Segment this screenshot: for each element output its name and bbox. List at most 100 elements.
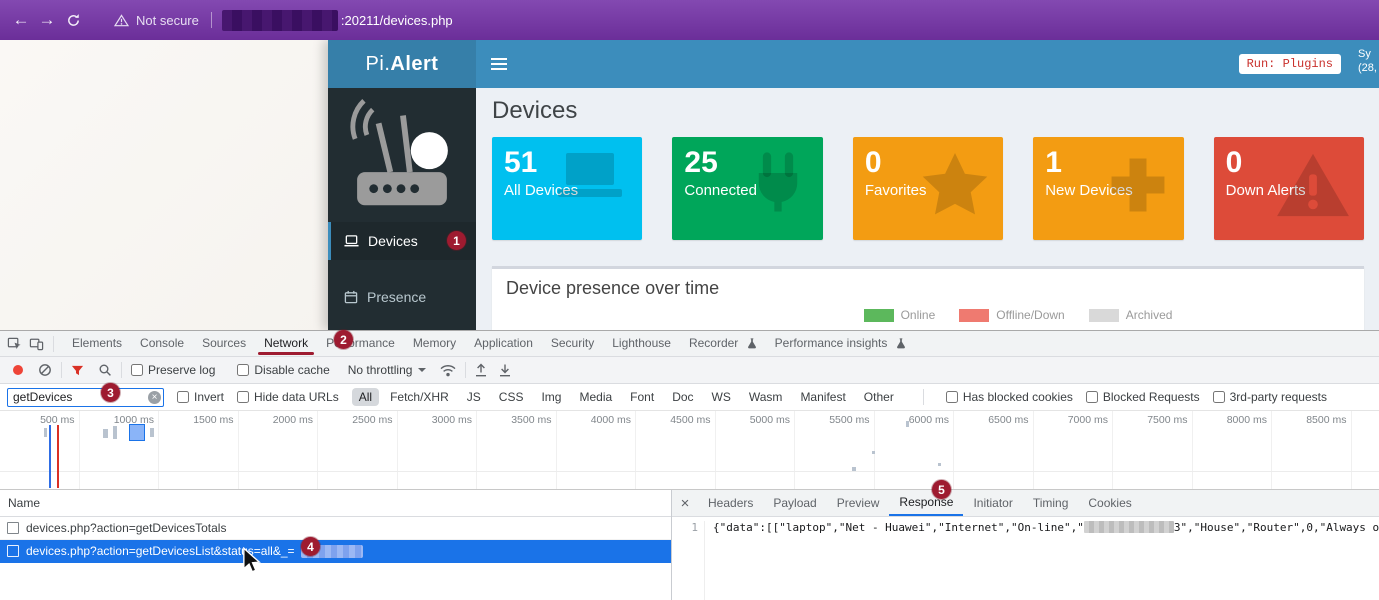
legend-item-online[interactable]: Online [864, 308, 936, 322]
inspect-element-icon[interactable] [7, 336, 22, 351]
filter-type-media[interactable]: Media [572, 388, 619, 406]
filter-funnel-icon[interactable] [71, 364, 84, 377]
network-overview-timeline[interactable]: 500 ms 1000 ms 1500 ms 2000 ms 2500 ms 3… [0, 411, 1379, 490]
filter-type-font[interactable]: Font [623, 388, 661, 406]
filter-type-all[interactable]: All [352, 388, 379, 406]
sidebar-item-presence[interactable]: Presence [328, 278, 476, 316]
divider [53, 336, 54, 352]
requests-name-header[interactable]: Name [0, 490, 671, 517]
detail-tab-bar: × Headers Payload Preview Response Initi… [672, 490, 1379, 517]
timeline-load-line [57, 425, 59, 488]
star-icon [919, 151, 991, 219]
divider [61, 362, 62, 378]
legend-swatch [959, 309, 989, 322]
timeline-label: 4000 ms [557, 411, 637, 489]
devtools-tab-recorder[interactable]: Recorder [680, 331, 766, 356]
has-blocked-cookies-checkbox[interactable] [946, 391, 958, 403]
import-har-icon[interactable] [475, 363, 487, 377]
timeline-activity-dot [938, 463, 941, 466]
search-icon[interactable] [98, 363, 112, 377]
card-new-devices[interactable]: 1 New Devices [1033, 137, 1183, 240]
timeline-label: 6500 ms [954, 411, 1034, 489]
forward-icon[interactable]: → [34, 10, 60, 30]
detail-tab-headers[interactable]: Headers [698, 490, 763, 516]
filter-type-ws[interactable]: WS [705, 388, 738, 406]
devtools-tab-performance-insights[interactable]: Performance insights [766, 331, 915, 356]
devtools-panel: Elements Console Sources Network Perform… [0, 330, 1379, 599]
blocked-requests-checkbox[interactable] [1086, 391, 1098, 403]
devtools-tab-console[interactable]: Console [131, 331, 193, 356]
card-all-devices[interactable]: 51 All Devices [492, 137, 642, 240]
legend-item-archived[interactable]: Archived [1089, 308, 1173, 322]
timeline-activity-dot [872, 451, 875, 454]
back-icon[interactable]: ← [8, 10, 34, 30]
card-favorites[interactable]: 0 Favorites [853, 137, 1003, 240]
card-down-alerts[interactable]: 0 Down Alerts [1214, 137, 1364, 240]
timeline-label: 7000 ms [1034, 411, 1114, 489]
timeline-label: 5500 ms [795, 411, 875, 489]
throttling-select[interactable]: No throttling [348, 363, 427, 377]
request-row[interactable]: devices.php?action=getDevicesTotals [0, 517, 671, 540]
filter-type-js[interactable]: JS [460, 388, 488, 406]
devtools-tab-network[interactable]: Network [255, 331, 317, 356]
app-content: Devices 51 All Devices 25 Connected [476, 88, 1379, 330]
filter-type-doc[interactable]: Doc [665, 388, 700, 406]
request-name: devices.php?action=getDevicesTotals [26, 521, 226, 535]
filter-type-fetch-xhr[interactable]: Fetch/XHR [383, 388, 456, 406]
network-filter-bar: × Invert Hide data URLs All Fetch/XHR JS… [0, 384, 1379, 411]
legend-item-offline-down[interactable]: Offline/Down [959, 308, 1064, 322]
hide-data-urls-control: Hide data URLs [237, 390, 339, 404]
filter-type-manifest[interactable]: Manifest [793, 388, 852, 406]
preserve-log-checkbox[interactable] [131, 364, 143, 376]
clear-icon[interactable] [38, 363, 52, 377]
invert-checkbox[interactable] [177, 391, 189, 403]
clear-filter-icon[interactable]: × [148, 391, 161, 404]
detail-tab-timing[interactable]: Timing [1023, 490, 1079, 516]
devtools-tab-application[interactable]: Application [465, 331, 542, 356]
devtools-tab-memory[interactable]: Memory [404, 331, 465, 356]
filter-type-css[interactable]: CSS [492, 388, 531, 406]
refresh-icon[interactable] [66, 13, 92, 28]
not-secure-chip[interactable]: Not secure [114, 13, 199, 28]
detail-tab-cookies[interactable]: Cookies [1078, 490, 1141, 516]
legend-swatch [864, 309, 894, 322]
detail-tab-payload[interactable]: Payload [763, 490, 826, 516]
record-button[interactable] [13, 365, 23, 375]
devtools-tab-lighthouse[interactable]: Lighthouse [603, 331, 680, 356]
app-logo[interactable]: Pi.Alert [328, 40, 476, 88]
network-conditions-icon[interactable] [440, 364, 456, 377]
hamburger-menu-icon[interactable] [476, 40, 522, 88]
devtools-tab-sources[interactable]: Sources [193, 331, 255, 356]
webpage-viewport: Pi.Alert Devices [0, 40, 1379, 330]
blocked-requests-control: Blocked Requests [1086, 390, 1200, 404]
filter-type-wasm[interactable]: Wasm [742, 388, 790, 406]
devtools-tab-performance[interactable]: Performance [317, 331, 404, 356]
card-connected[interactable]: 25 Connected [672, 137, 822, 240]
devtools-tab-security[interactable]: Security [542, 331, 603, 356]
devtools-tab-elements[interactable]: Elements [63, 331, 131, 356]
export-har-icon[interactable] [499, 363, 511, 377]
disable-cache-checkbox[interactable] [237, 364, 249, 376]
detail-tab-response[interactable]: Response [889, 490, 963, 516]
address-bar[interactable]: :20211/devices.php [222, 10, 453, 31]
run-plugins-button[interactable]: Run: Plugins [1239, 54, 1341, 74]
timeline-activity-dot [906, 421, 909, 427]
laptop-icon [550, 151, 630, 209]
response-text: 3","House","Router",0,"Always on" [1174, 521, 1379, 534]
hide-data-urls-label: Hide data URLs [254, 390, 339, 404]
close-icon[interactable]: × [672, 495, 698, 512]
hide-data-urls-checkbox[interactable] [237, 391, 249, 403]
device-toolbar-icon[interactable] [29, 336, 44, 351]
detail-tab-initiator[interactable]: Initiator [963, 490, 1022, 516]
response-content: {"data":[["laptop","Net - Huawei","Inter… [705, 521, 1379, 600]
filter-type-img[interactable]: Img [534, 388, 568, 406]
third-party-requests-checkbox[interactable] [1213, 391, 1225, 403]
preserve-log-label: Preserve log [148, 363, 215, 377]
filter-input[interactable] [7, 388, 164, 407]
filter-type-other[interactable]: Other [857, 388, 901, 406]
detail-tab-preview[interactable]: Preview [827, 490, 890, 516]
request-row-selected[interactable]: devices.php?action=getDevicesList&status… [0, 540, 671, 563]
address-divider [211, 12, 212, 28]
timeline-activity-bar [44, 428, 47, 437]
third-party-requests-control: 3rd-party requests [1213, 390, 1327, 404]
